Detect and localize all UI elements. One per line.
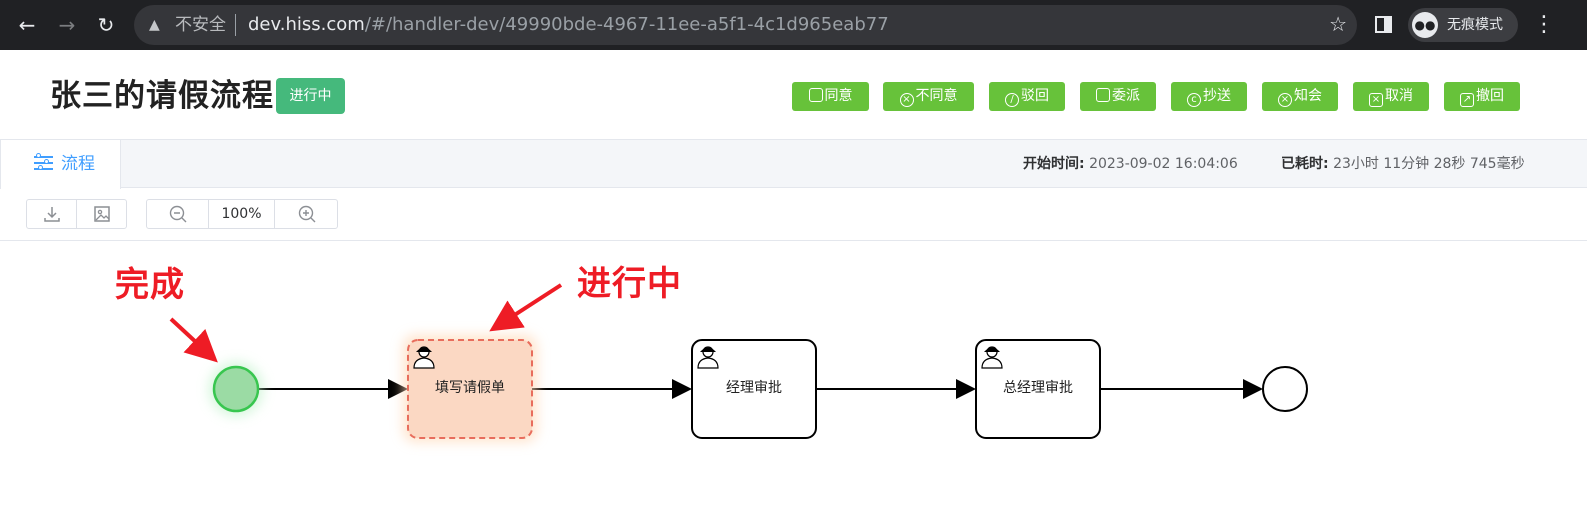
start-time: 开始时间: 2023-09-02 16:04:06 bbox=[1023, 156, 1238, 172]
status-badge: 进行中 bbox=[276, 78, 345, 114]
stamp-icon bbox=[808, 88, 823, 102]
eye-off-icon: / bbox=[1005, 93, 1019, 107]
browser-menu-icon[interactable]: ⋮ bbox=[1533, 12, 1555, 38]
forward-icon[interactable]: → bbox=[54, 12, 80, 38]
cc-icon: c bbox=[1187, 93, 1201, 107]
side-panel-icon[interactable] bbox=[1375, 16, 1392, 33]
incognito-indicator[interactable]: ●● 无痕模式 bbox=[1408, 8, 1518, 42]
reload-icon[interactable]: ↻ bbox=[93, 12, 119, 38]
url-text[interactable]: dev.hiss.com/#/handler-dev/49990bde-4967… bbox=[248, 14, 889, 36]
annotation-in-progress: 进行中 bbox=[577, 264, 682, 304]
task-label: 经理审批 bbox=[726, 380, 782, 396]
process-diagram: 填写请假单 经理审批 总经理审批 完成 进行中 bbox=[0, 241, 1587, 522]
end-event[interactable] bbox=[1262, 366, 1308, 412]
warning-icon[interactable]: ▲ bbox=[149, 15, 160, 35]
zoom-group: 100% bbox=[146, 199, 338, 229]
browser-toolbar: ← → ↻ ▲ 不安全 dev.hiss.com/#/handler-dev/4… bbox=[0, 0, 1587, 50]
annotation-done: 完成 bbox=[115, 265, 185, 305]
task-label: 总经理审批 bbox=[1003, 380, 1073, 396]
page-title: 张三的请假流程 bbox=[50, 78, 274, 114]
cancel-button[interactable]: × 取消 bbox=[1353, 82, 1429, 111]
withdraw-button[interactable]: ↗ 撤回 bbox=[1444, 82, 1520, 111]
address-bar[interactable]: ▲ 不安全 dev.hiss.com/#/handler-dev/49990bd… bbox=[134, 5, 1357, 45]
reject-button[interactable]: / 驳回 bbox=[989, 82, 1065, 111]
start-event[interactable] bbox=[212, 365, 260, 413]
notify-button[interactable]: × 知会 bbox=[1262, 82, 1338, 111]
bookmark-star-icon[interactable]: ☆ bbox=[1329, 12, 1347, 36]
incognito-label: 无痕模式 bbox=[1447, 17, 1503, 33]
edit-out-icon: ↗ bbox=[1460, 93, 1474, 107]
circle-x-icon: × bbox=[899, 93, 914, 107]
circle-x-icon: × bbox=[1278, 93, 1292, 107]
annotation-arrow-in-progress bbox=[489, 283, 563, 332]
annotation-arrow-done bbox=[169, 317, 218, 363]
task-label: 填写请假单 bbox=[435, 380, 505, 396]
agree-button[interactable]: 同意 bbox=[792, 82, 869, 111]
zoom-out-icon[interactable] bbox=[147, 200, 209, 228]
tab-bar: 流程 开始时间: 2023-09-02 16:04:06 已耗时: 23小时 1… bbox=[0, 139, 1587, 189]
elapsed-time: 已耗时: 23小时 11分钟 28秒 745毫秒 bbox=[1281, 156, 1525, 172]
export-group bbox=[26, 199, 127, 229]
disagree-button[interactable]: × 不同意 bbox=[883, 82, 974, 111]
image-icon[interactable] bbox=[77, 200, 127, 228]
download-icon[interactable] bbox=[27, 200, 77, 228]
sliders-icon bbox=[34, 153, 53, 172]
security-label[interactable]: 不安全 bbox=[175, 15, 226, 35]
incognito-icon: ●● bbox=[1412, 12, 1438, 38]
tab-process[interactable]: 流程 bbox=[0, 139, 121, 189]
back-icon[interactable]: ← bbox=[14, 12, 40, 38]
cc-button[interactable]: c 抄送 bbox=[1171, 82, 1247, 111]
zoom-in-icon[interactable] bbox=[275, 200, 338, 228]
delegate-icon bbox=[1096, 88, 1110, 102]
backspace-icon: × bbox=[1369, 93, 1383, 107]
zoom-level: 100% bbox=[209, 200, 275, 228]
tab-process-label: 流程 bbox=[61, 154, 95, 174]
address-separator bbox=[235, 14, 236, 36]
delegate-button[interactable]: 委派 bbox=[1080, 82, 1156, 111]
